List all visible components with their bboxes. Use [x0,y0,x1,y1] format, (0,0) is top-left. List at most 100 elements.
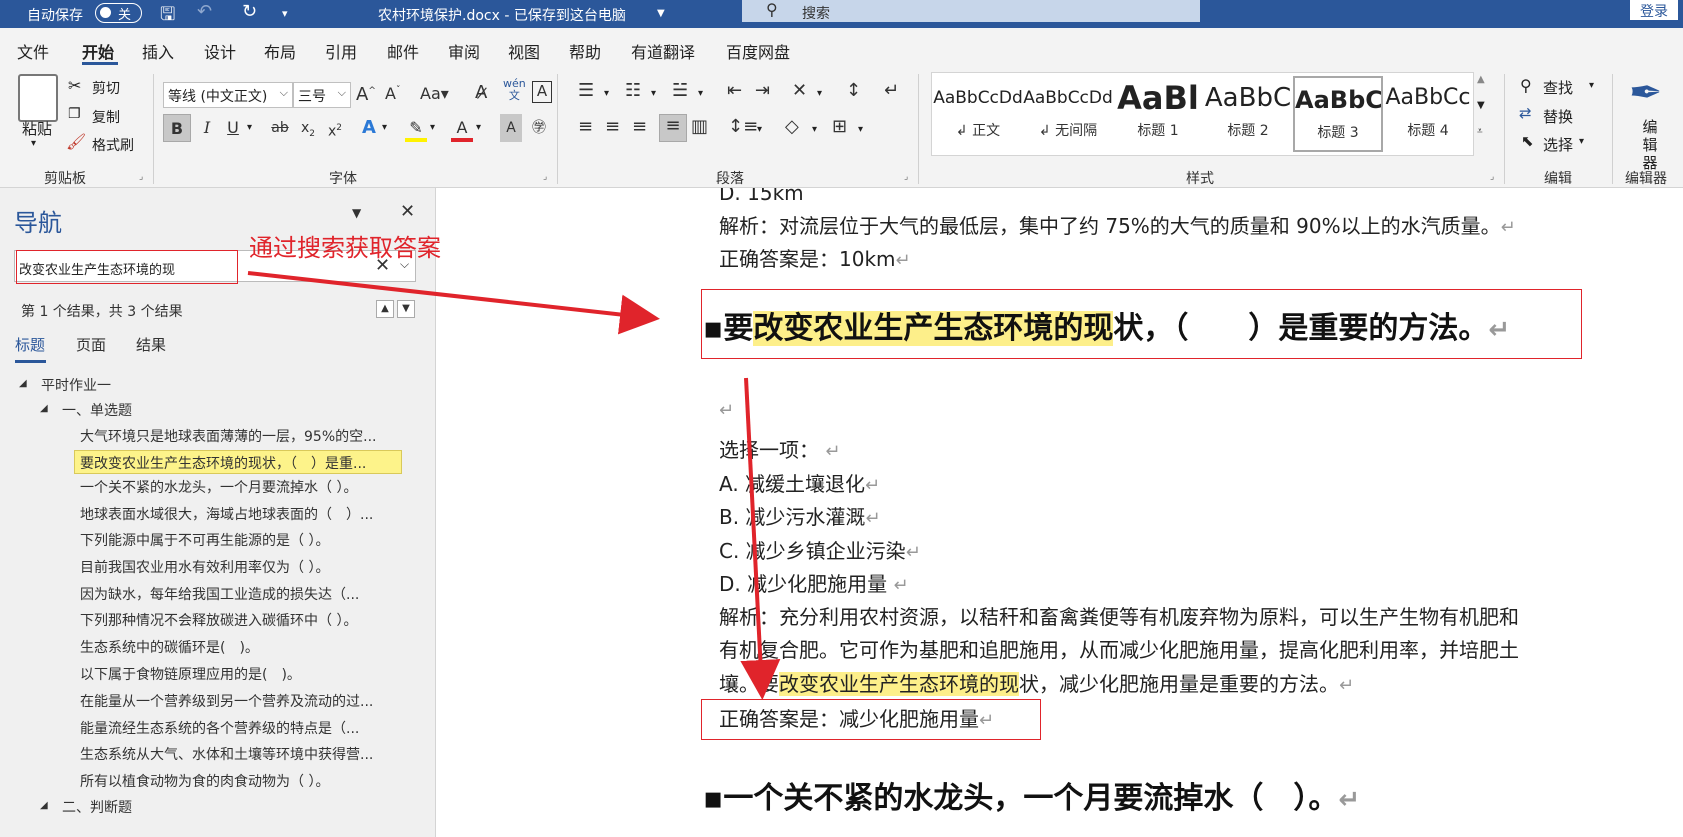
tab-review[interactable]: 审阅 [448,39,480,63]
format-painter-button[interactable]: 格式刷 [92,135,134,155]
font-color-dropdown-icon[interactable]: ▾ [476,122,481,133]
tab-references[interactable]: 引用 [325,39,357,63]
tree-item[interactable]: 所有以植食动物为食的肉食动物为（ ）。 [80,771,400,791]
tree-item[interactable]: 能量流经生态系统的各个营养级的特点是（... [80,718,400,738]
copy-button[interactable]: 复制 [92,107,120,127]
clear-formatting-icon[interactable]: A̷ [475,82,487,103]
copy-icon[interactable]: ❐ [68,106,81,122]
style-heading-3[interactable]: AaBbC 标题 3 [1293,76,1383,152]
bullets-dropdown-icon[interactable]: ▾ [604,88,609,99]
show-marks-icon[interactable]: ↵ [884,80,899,101]
character-border-icon[interactable]: A [532,81,552,103]
tree-item[interactable]: 大气环境只是地球表面薄薄的一层，95%的空... [80,426,400,446]
style-no-spacing[interactable]: AaBbCcDd ↲ 无间隔 [1023,76,1113,152]
style-heading-2[interactable]: AaBbC 标题 2 [1203,76,1293,152]
enclose-characters-icon[interactable]: ㊫ [527,114,551,142]
italic-button[interactable]: I [196,114,218,142]
tab-mailings[interactable]: 邮件 [387,39,419,63]
style-normal[interactable]: AaBbCcDd ↲ 正文 [933,76,1023,152]
align-center-icon[interactable]: ≡ [605,116,620,137]
align-right-icon[interactable]: ≡ [632,116,647,137]
style-heading-4[interactable]: AaBbCc 标题 4 [1383,76,1473,152]
shrink-font-icon[interactable]: Aˇ [385,84,400,103]
distributed-icon[interactable]: ▥ [691,116,708,137]
phonetic-guide-icon[interactable]: wén 文 [503,78,526,102]
editor-icon[interactable]: ✒ [1629,70,1663,116]
customize-qat-icon[interactable]: ▾ [282,7,288,20]
paste-button[interactable]: 粘贴 [22,118,52,139]
nav-tab-pages[interactable]: 页面 [76,334,106,355]
borders-dropdown-icon[interactable]: ▾ [858,124,863,135]
tab-baidu-netdisk[interactable]: 百度网盘 [726,39,790,63]
style-heading-1[interactable]: AaBl 标题 1 [1113,76,1203,152]
format-painter-icon[interactable]: 🖌 [66,132,86,151]
tab-insert[interactable]: 插入 [142,39,174,63]
font-size-combo[interactable]: 三号 ⌵ [293,82,351,108]
numbering-icon[interactable]: ☷ [625,80,641,101]
login-button[interactable]: 登录 [1630,0,1678,20]
increase-indent-icon[interactable]: ⇥ [755,80,770,101]
paste-dropdown-icon[interactable]: ▾ [31,138,36,149]
tree-item[interactable]: 一个关不紧的水龙头，一个月要流掉水（ ）。 [80,477,400,497]
find-button[interactable]: 查找 [1543,77,1573,98]
find-icon[interactable]: ⚲ [1520,76,1532,95]
multilevel-dropdown-icon[interactable]: ▾ [698,88,703,99]
nav-close-icon[interactable]: ✕ [400,201,415,222]
text-effects-icon[interactable]: A [358,114,380,142]
sort-icon[interactable]: ↕ [846,80,861,101]
select-icon[interactable]: ⬉ [1521,132,1534,150]
paste-icon[interactable] [18,74,58,122]
superscript-button[interactable]: x2 [324,114,346,142]
chinese-layout-icon[interactable]: ✕ [792,80,807,101]
tree-item[interactable]: 生态系统中的碳循环是( )。 [80,637,400,657]
tab-view[interactable]: 视图 [508,39,540,63]
editor-button[interactable]: 编辑器 [1640,118,1660,172]
line-spacing-dropdown-icon[interactable]: ▾ [757,124,762,135]
tree-item[interactable]: 下列能源中属于不可再生能源的是（ ）。 [80,530,400,550]
tab-design[interactable]: 设计 [204,39,236,63]
font-color-icon[interactable]: A [451,114,473,142]
highlight-color-icon[interactable]: ✎ [405,114,427,142]
tab-youdao[interactable]: 有道翻译 [631,39,695,63]
tree-item[interactable]: 平时作业一 [41,375,111,395]
tree-item[interactable]: 地球表面水域很大，海域占地球表面的（ ）... [80,504,400,524]
tree-item[interactable]: 生态系统从大气、水体和土壤等环境中获得营... [80,744,400,764]
underline-button[interactable]: U [222,114,244,142]
line-spacing-icon[interactable]: ↕≡ [728,116,758,137]
tree-item-selected[interactable]: 要改变农业生产生态环境的现状，（ ）是重... [74,450,402,474]
cut-button[interactable]: 剪切 [92,78,120,98]
strikethrough-button[interactable]: ab [267,114,293,142]
undo-icon[interactable]: ↶ [197,1,212,22]
clipboard-launcher-icon[interactable]: ⌟ [139,172,143,182]
redo-icon[interactable]: ↻ [242,1,257,22]
character-shading-icon[interactable]: A [500,114,522,142]
font-name-combo[interactable]: 等线 (中文正文) ⌵ [163,82,293,108]
decrease-indent-icon[interactable]: ⇤ [727,80,742,101]
autosave-toggle[interactable]: 关 [95,3,142,23]
nav-tab-results[interactable]: 结果 [136,334,166,355]
align-left-icon[interactable]: ≡ [578,116,593,137]
highlight-dropdown-icon[interactable]: ▾ [430,122,435,133]
find-dropdown-icon[interactable]: ▾ [1589,80,1594,91]
replace-button[interactable]: 替换 [1543,106,1573,127]
shading-icon[interactable]: ◇ [785,116,799,137]
borders-icon[interactable]: ⊞ [832,116,847,137]
styles-scroll-up-icon[interactable]: ▲ [1477,74,1485,85]
collapse-icon[interactable]: ◢ [19,378,27,389]
cut-icon[interactable]: ✂ [68,76,81,95]
shading-dropdown-icon[interactable]: ▾ [812,124,817,135]
tab-layout[interactable]: 布局 [264,39,296,63]
search-box[interactable]: ⚲ 搜索 [742,0,1200,22]
font-launcher-icon[interactable]: ⌟ [543,172,547,182]
change-case-icon[interactable]: Aa▾ [420,84,449,103]
multilevel-list-icon[interactable]: ☱ [672,80,688,101]
collapse-icon[interactable]: ◢ [40,403,48,414]
bold-button[interactable]: B [163,114,191,142]
numbering-dropdown-icon[interactable]: ▾ [651,88,656,99]
tree-item[interactable]: 目前我国农业用水有效利用率仅为（ ）。 [80,557,400,577]
paragraph-launcher-icon[interactable]: ⌟ [904,172,908,182]
select-dropdown-icon[interactable]: ▾ [1579,136,1584,147]
underline-dropdown-icon[interactable]: ▾ [247,122,252,133]
grow-font-icon[interactable]: A^ [356,84,376,105]
title-dropdown-icon[interactable]: ▼ [657,8,665,19]
